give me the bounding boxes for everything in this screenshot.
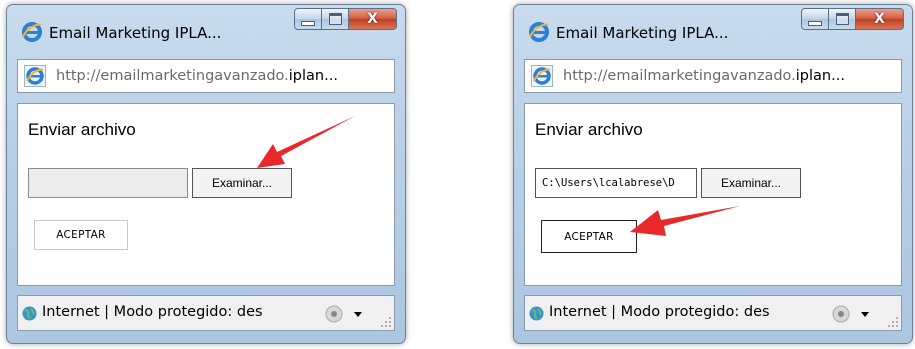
resize-grip-icon[interactable] bbox=[380, 316, 392, 328]
url-text: http://emailmarketingavanzado.iplan... bbox=[563, 68, 845, 84]
status-bar: Internet | Modo protegido: des bbox=[524, 295, 902, 331]
page-content: Enviar archivo Examinar... ACEPTAR bbox=[17, 103, 395, 286]
minimize-icon bbox=[301, 20, 315, 26]
window-controls: X bbox=[294, 8, 397, 30]
url-prefix: http://emailmarketingavanzado. bbox=[563, 68, 796, 84]
window-title: Email Marketing IPLA... bbox=[49, 24, 222, 42]
title-bar[interactable]: Email Marketing IPLA... X bbox=[7, 5, 405, 47]
file-path-input[interactable]: C:\Users\lcalabrese\D bbox=[535, 168, 697, 198]
zoom-button[interactable] bbox=[829, 303, 873, 325]
status-bar: Internet | Modo protegido: des bbox=[17, 295, 395, 331]
url-prefix: http://emailmarketingavanzado. bbox=[56, 68, 289, 84]
zoom-icon bbox=[832, 305, 869, 323]
close-button[interactable]: X bbox=[856, 8, 904, 30]
file-path-input[interactable] bbox=[28, 168, 188, 198]
page-heading: Enviar archivo bbox=[28, 120, 136, 139]
title-bar[interactable]: Email Marketing IPLA... X bbox=[514, 5, 912, 47]
maximize-button[interactable] bbox=[829, 8, 856, 30]
close-button[interactable]: X bbox=[349, 8, 397, 30]
window-title: Email Marketing IPLA... bbox=[556, 24, 729, 42]
ie-logo-icon bbox=[529, 22, 549, 42]
accept-button[interactable]: ACEPTAR bbox=[34, 220, 128, 250]
address-bar[interactable]: http://emailmarketingavanzado.iplan... bbox=[17, 59, 395, 93]
minimize-button[interactable] bbox=[801, 8, 829, 30]
browse-button[interactable]: Examinar... bbox=[701, 168, 801, 198]
close-icon: X bbox=[367, 11, 378, 27]
minimize-icon bbox=[808, 20, 822, 26]
address-bar[interactable]: http://emailmarketingavanzado.iplan... bbox=[524, 59, 902, 93]
minimize-button[interactable] bbox=[294, 8, 322, 30]
resize-grip-icon[interactable] bbox=[887, 316, 899, 328]
close-icon: X bbox=[874, 11, 885, 27]
popup-window-right: Email Marketing IPLA... X http://emailma… bbox=[513, 4, 913, 344]
ie-logo-icon bbox=[24, 65, 46, 87]
globe-icon bbox=[22, 306, 37, 321]
status-text: Internet | Modo protegido: des bbox=[42, 304, 263, 320]
maximize-button[interactable] bbox=[322, 8, 349, 30]
zoom-icon bbox=[325, 305, 362, 323]
window-controls: X bbox=[801, 8, 904, 30]
maximize-icon bbox=[835, 13, 849, 25]
browse-button[interactable]: Examinar... bbox=[192, 168, 292, 198]
url-text: http://emailmarketingavanzado.iplan... bbox=[56, 68, 338, 84]
ie-logo-icon bbox=[531, 65, 553, 87]
status-text: Internet | Modo protegido: des bbox=[549, 304, 770, 320]
popup-window-left: Email Marketing IPLA... X http://emailma… bbox=[6, 4, 406, 344]
url-host: iplan... bbox=[795, 68, 845, 84]
accept-button[interactable]: ACEPTAR bbox=[541, 220, 637, 253]
zoom-button[interactable] bbox=[322, 303, 366, 325]
page-content: Enviar archivo C:\Users\lcalabrese\D Exa… bbox=[524, 103, 902, 286]
url-host: iplan... bbox=[288, 68, 338, 84]
page-heading: Enviar archivo bbox=[535, 120, 643, 139]
ie-logo-icon bbox=[22, 22, 42, 42]
globe-icon bbox=[529, 306, 544, 321]
maximize-icon bbox=[328, 13, 342, 25]
